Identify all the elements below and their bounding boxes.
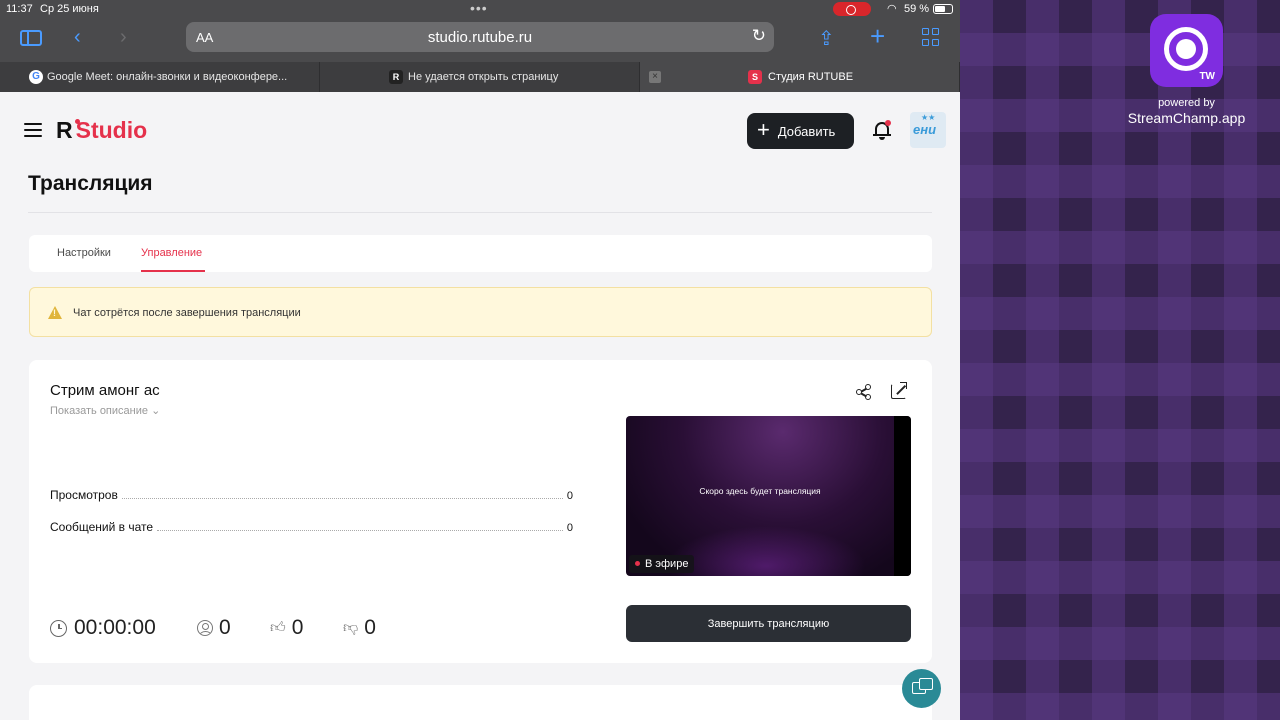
sidebar-toggle-icon[interactable] (20, 30, 42, 46)
status-date: Ср 25 июня (40, 3, 99, 15)
plus-icon: + (757, 117, 770, 142)
rutube-r-icon: R (389, 70, 403, 84)
page-tabs: Настройки Управление (29, 235, 932, 272)
browser-tab-label: Google Meet: онлайн-звонки и видеоконфер… (47, 71, 288, 83)
screen-recording-icon[interactable] (833, 2, 871, 16)
tab-manage[interactable]: Управление (141, 247, 202, 259)
end-stream-button[interactable]: Завершить трансляцию (626, 605, 911, 642)
logo-r: R (56, 117, 73, 143)
duration-value: 00:00:00 (74, 616, 156, 639)
duration-metric: 00:00:00 (50, 616, 156, 640)
browser-tab-bar: G Google Meet: онлайн-звонки и видеоконф… (0, 62, 960, 92)
battery-percent: 59 % (904, 3, 930, 15)
status-time: 11:37 (6, 3, 33, 15)
menu-icon[interactable] (24, 123, 42, 137)
close-tab-icon[interactable]: × (649, 71, 661, 83)
browser-tab-error[interactable]: R Не удается открыть страницу (320, 62, 640, 92)
share-icon[interactable]: ⇪ (818, 26, 835, 51)
viewers-value: 0 (219, 616, 231, 639)
likes-metric: 👍︎ 0 (270, 616, 303, 640)
address-bar[interactable]: AA studio.rutube.ru ↻ (186, 22, 774, 52)
browser-tab-rutube-studio[interactable]: × S Студия RUTUBE (640, 62, 960, 92)
powered-by-label: powered by (1158, 97, 1215, 109)
stat-value: 0 (566, 490, 573, 502)
url-text[interactable]: studio.rutube.ru (186, 29, 774, 46)
logo-dot-icon (75, 119, 80, 124)
reload-icon[interactable]: ↻ (752, 26, 766, 46)
new-tab-icon[interactable]: + (870, 21, 885, 52)
user-icon (197, 620, 213, 636)
brand-label: StreamChamp.app (1127, 110, 1246, 126)
clock-icon (50, 619, 67, 637)
viewers-metric: 0 (197, 616, 231, 640)
stream-title: Стрим амонг ас (50, 382, 160, 399)
browser-tab-label: Не удается открыть страницу (408, 71, 559, 83)
stream-card: Стрим амонг ас Показать описание ⌄ Просм… (29, 360, 932, 663)
google-icon: G (29, 70, 43, 84)
dotted-leader (121, 498, 563, 499)
back-icon[interactable]: ‹ (74, 26, 81, 49)
avatar[interactable]: ★★ ени (910, 112, 946, 148)
rutube-studio-logo[interactable]: R Studio (56, 117, 147, 144)
channel-logo-icon: ени (913, 122, 937, 137)
stars-icon: ★★ (921, 113, 936, 122)
dislikes-value: 0 (364, 616, 376, 639)
browser-tab-google-meet[interactable]: G Google Meet: онлайн-звонки и видеоконф… (0, 62, 320, 92)
battery-icon (933, 4, 953, 14)
page-title: Трансляция (28, 172, 153, 195)
notifications-bell-icon[interactable] (873, 120, 891, 140)
stream-preview[interactable]: Скоро здесь будет трансляция В эфире (626, 416, 911, 576)
safari-toolbar: ‹ › AA studio.rutube.ru ↻ ⇪ + (0, 18, 960, 62)
notification-badge (885, 120, 891, 126)
show-description-label: Показать описание (50, 405, 148, 417)
add-button[interactable]: + Добавить (747, 113, 854, 149)
dotted-leader (157, 530, 563, 531)
tab-overview-icon[interactable] (922, 28, 940, 46)
notice-text: Чат сотрётся после завершения трансляции (73, 307, 301, 319)
stat-label: Просмотров (50, 488, 118, 502)
open-external-icon[interactable] (891, 382, 907, 399)
logo-studio: Studio (75, 117, 148, 143)
wifi-icon: ◠ (887, 3, 897, 15)
multitasking-dots-icon[interactable]: ••• (470, 0, 488, 16)
rutube-studio-icon: S (748, 70, 762, 84)
record-ring-icon (1164, 27, 1208, 71)
warning-icon (48, 306, 62, 319)
stat-label: Сообщений в чате (50, 520, 154, 534)
show-description-toggle[interactable]: Показать описание ⌄ (50, 404, 160, 417)
likes-value: 0 (291, 616, 304, 639)
preview-placeholder-text: Скоро здесь будет трансляция (699, 486, 821, 496)
stat-value: 0 (566, 522, 573, 534)
chat-warning-notice: Чат сотрётся после завершения трансляции (29, 287, 932, 337)
chevron-down-icon: ⌄ (151, 405, 161, 417)
site-header: R Studio + Добавить ★★ ени (0, 92, 960, 168)
chat-support-icon[interactable] (902, 669, 941, 708)
next-card (29, 685, 932, 720)
streamchamp-app-icon: TW (1150, 14, 1223, 87)
share-icon[interactable] (856, 384, 872, 400)
dislikes-metric: 👎︎ 0 (343, 616, 376, 640)
browser-tab-label: Студия RUTUBE (768, 71, 854, 83)
browser-window: 11:37 Ср 25 июня ••• ◠ 59 % ‹ › AA studi… (0, 0, 960, 720)
tab-settings[interactable]: Настройки (57, 247, 111, 259)
forward-icon[interactable]: › (120, 26, 127, 49)
app-badge: TW (1199, 71, 1215, 82)
add-button-label: Добавить (777, 123, 836, 139)
ipad-status-bar: 11:37 Ср 25 июня ••• ◠ 59 % (0, 0, 960, 18)
active-tab-indicator (141, 270, 205, 272)
stat-chat-messages: Сообщений в чате 0 (50, 518, 573, 534)
stat-views: Просмотров 0 (50, 486, 573, 502)
live-badge: В эфире (629, 555, 695, 573)
streamchamp-overlay: TW powered by StreamChamp.app (960, 0, 1280, 720)
thumbs-up-icon: 👍︎ (270, 619, 286, 636)
divider (28, 212, 932, 213)
thumbs-down-icon: 👎︎ (343, 619, 359, 636)
